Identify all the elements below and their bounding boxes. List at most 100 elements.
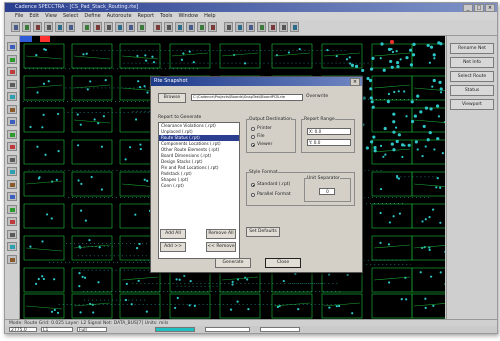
measure-icon[interactable] — [224, 22, 233, 32]
viewport-button[interactable]: Viewport — [450, 99, 494, 110]
pad — [57, 150, 60, 153]
pad — [236, 300, 239, 303]
unit-separator-input[interactable]: 0 — [319, 188, 335, 195]
pad — [178, 278, 181, 281]
route-tool-icon[interactable] — [7, 67, 17, 76]
wire-tool-icon[interactable] — [7, 117, 17, 126]
delete-tool-icon[interactable] — [7, 142, 17, 151]
menu-tools[interactable]: Tools — [160, 12, 172, 20]
component-tool-icon[interactable] — [7, 204, 17, 214]
menu-report[interactable]: Report — [138, 12, 155, 20]
print-icon[interactable] — [44, 22, 53, 32]
radio-file[interactable] — [251, 135, 255, 139]
set-defaults-button[interactable]: Set Defaults — [246, 227, 280, 237]
close-icon[interactable]: × — [485, 4, 495, 12]
radio-parallel[interactable] — [251, 193, 255, 197]
color-swatch[interactable] — [155, 327, 195, 332]
refresh-icon[interactable] — [115, 22, 124, 32]
style-group-label: Style Format — [249, 170, 278, 176]
select-net-icon[interactable] — [246, 22, 255, 32]
measure-tool-icon[interactable] — [7, 179, 17, 189]
open-icon[interactable] — [22, 22, 31, 32]
close-button[interactable]: Close — [265, 258, 301, 268]
menu-help[interactable]: Help — [204, 12, 215, 20]
range-y-input[interactable]: Y: 0.0 — [307, 139, 351, 146]
grid-select[interactable]: Full — [77, 327, 107, 333]
menu-window[interactable]: Window — [178, 12, 198, 20]
menu-autoroute[interactable]: Autoroute — [107, 12, 132, 20]
pad — [79, 311, 82, 314]
menu-file[interactable]: File — [15, 12, 23, 20]
drc-icon[interactable] — [186, 22, 195, 32]
component-outline — [169, 43, 211, 69]
report-icon[interactable] — [268, 22, 277, 32]
pad — [175, 278, 178, 281]
flip-icon[interactable] — [175, 22, 184, 32]
unroute-icon[interactable] — [137, 22, 146, 32]
net-tool-icon[interactable] — [7, 192, 17, 201]
undo-icon[interactable] — [55, 22, 64, 32]
layer-tool-icon[interactable] — [7, 217, 17, 226]
browse-button[interactable]: Browse — [158, 93, 186, 103]
menu-select[interactable]: Select — [63, 12, 78, 20]
minimize-icon[interactable]: _ — [463, 4, 473, 12]
report-list-item[interactable]: Conn (.rpt) — [159, 183, 239, 189]
remove-button[interactable]: << Remove — [206, 242, 236, 252]
file-path-input[interactable]: C:\Cadence\Projects\Boards\SnapTest\Boar… — [191, 94, 303, 101]
check-tool-icon[interactable] — [7, 254, 17, 264]
status-button[interactable]: Status — [450, 85, 494, 96]
dialog-close-icon[interactable]: × — [350, 78, 360, 86]
rotate-tool-icon[interactable] — [7, 92, 17, 101]
generate-button[interactable]: Generate — [215, 258, 251, 268]
coord-field[interactable]: 2775.0 — [9, 327, 37, 333]
radio-viewer[interactable] — [251, 143, 255, 147]
via-tool-icon[interactable] — [7, 104, 17, 114]
move-tool-icon[interactable] — [7, 79, 17, 89]
radio-printer[interactable] — [251, 127, 255, 131]
setup-icon[interactable] — [279, 22, 288, 32]
redo-icon-glyph — [69, 25, 73, 30]
window-tool-icon[interactable] — [7, 242, 17, 251]
menu-view[interactable]: View — [45, 12, 57, 20]
maximize-icon[interactable]: □ — [474, 4, 484, 12]
rename-net-button[interactable]: Rename Net — [450, 43, 494, 54]
zoom-fit-icon[interactable] — [104, 22, 113, 32]
pad — [83, 276, 87, 279]
move-icon[interactable] — [153, 22, 162, 32]
zoom-tool-icon[interactable] — [7, 229, 17, 239]
edit-tool-icon[interactable] — [7, 129, 17, 139]
highlight-icon[interactable] — [235, 22, 244, 32]
range-x-input[interactable]: X: 0.0 — [307, 128, 351, 135]
layer-select[interactable]: L1 — [41, 327, 73, 333]
menu-edit[interactable]: Edit — [29, 12, 39, 20]
radio-standard[interactable] — [251, 183, 255, 187]
zoom-out-icon[interactable] — [93, 22, 102, 32]
shape-tool-icon[interactable] — [7, 154, 17, 164]
add-button[interactable]: Add >> — [160, 242, 186, 252]
trace — [25, 84, 63, 89]
remove-all-button[interactable]: Remove All — [206, 229, 236, 239]
add-all-button[interactable]: Add All — [160, 229, 186, 239]
select-tool-icon[interactable] — [7, 42, 17, 51]
select-comp-icon[interactable] — [257, 22, 266, 32]
zoom-in-icon[interactable] — [82, 22, 91, 32]
redo-icon[interactable] — [66, 22, 75, 32]
help-icon[interactable] — [290, 22, 299, 32]
filter-select[interactable] — [205, 327, 250, 332]
net-info-button[interactable]: Net Info — [450, 57, 494, 68]
save-icon[interactable] — [33, 22, 42, 32]
menu-define[interactable]: Define — [84, 12, 100, 20]
select-route-button[interactable]: Select Route — [450, 71, 494, 82]
pad — [78, 271, 81, 275]
pan-tool-icon[interactable] — [7, 54, 17, 64]
route-icon[interactable] — [126, 22, 135, 32]
unit-select[interactable] — [260, 327, 300, 332]
text-tool-icon[interactable] — [7, 167, 17, 176]
new-file-icon[interactable] — [11, 22, 20, 32]
select-comp-icon-glyph — [260, 25, 264, 30]
layer-icon[interactable] — [197, 22, 206, 32]
via — [390, 142, 394, 146]
pad — [134, 118, 138, 121]
rotate-icon[interactable] — [164, 22, 173, 32]
grid-icon[interactable] — [208, 22, 217, 32]
